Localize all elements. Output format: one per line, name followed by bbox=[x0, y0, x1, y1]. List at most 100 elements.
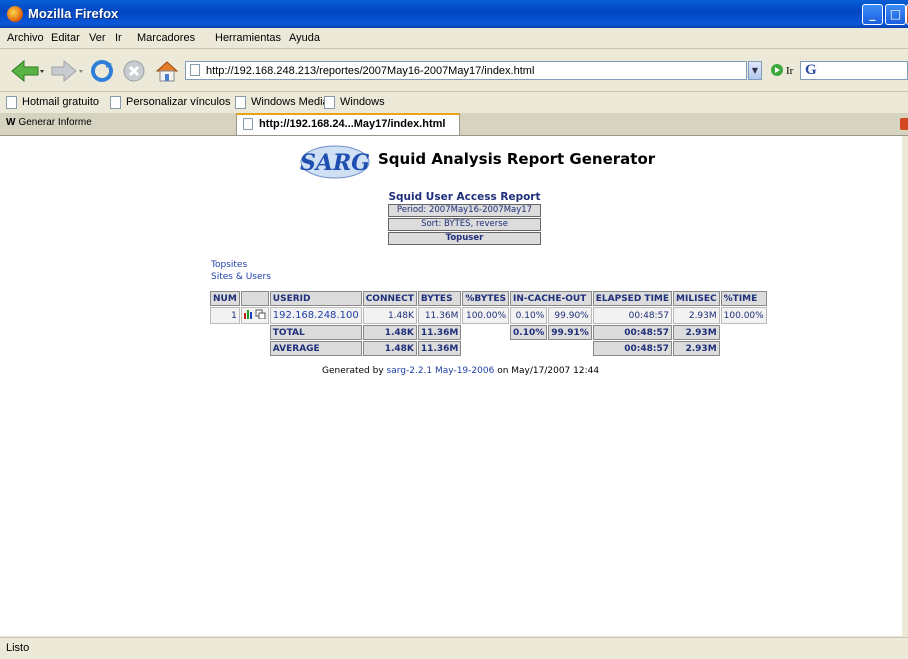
url-text: http://192.168.248.213/reportes/2007May1… bbox=[206, 65, 535, 77]
col-num: NUM bbox=[210, 291, 240, 306]
cell-icons bbox=[240, 307, 269, 324]
tab-label: http://192.168.24...May17/index.html bbox=[259, 118, 446, 130]
sites-users-icon[interactable] bbox=[255, 309, 266, 320]
generated-suffix: on May/17/2007 12:44 bbox=[497, 366, 600, 376]
cell-pbytes: 100.00% bbox=[462, 307, 510, 324]
bookmark-windows[interactable]: Windows bbox=[324, 96, 385, 109]
firefox-logo-icon bbox=[7, 6, 23, 22]
webmin-icon: W bbox=[6, 117, 16, 128]
sites-users-link[interactable]: Sites & Users bbox=[211, 271, 271, 283]
status-text: Listo bbox=[6, 642, 30, 654]
empty-cell bbox=[720, 325, 767, 340]
col-ptime: %TIME bbox=[720, 291, 767, 306]
tab-generar-informe[interactable]: W Generar Informe bbox=[6, 117, 231, 135]
row-icons bbox=[243, 309, 266, 320]
window-title: Mozilla Firefox bbox=[28, 6, 119, 21]
empty-cell bbox=[462, 325, 510, 340]
bookmark-hotmail[interactable]: Hotmail gratuito bbox=[6, 96, 99, 109]
col-connect: CONNECT bbox=[362, 291, 417, 306]
average-row: AVERAGE 1.48K 11.36M 00:48:57 2.93M bbox=[210, 341, 767, 356]
url-dropdown-button[interactable]: ▼ bbox=[748, 61, 762, 80]
total-milisec: 2.93M bbox=[673, 325, 720, 340]
table-header-row: NUM USERID CONNECT BYTES %BYTES IN-CACHE… bbox=[210, 291, 767, 306]
cell-out: 99.90% bbox=[548, 307, 592, 324]
average-connect: 1.48K bbox=[362, 341, 417, 356]
sarg-logo: SARG bbox=[300, 145, 370, 179]
total-out: 99.91% bbox=[548, 325, 592, 340]
cell-ptime: 100.00% bbox=[720, 307, 767, 324]
menu-ver[interactable]: Ver bbox=[89, 32, 106, 44]
report-period: Period: 2007May16-2007May17 bbox=[388, 204, 541, 217]
cell-in: 0.10% bbox=[510, 307, 548, 324]
sarg-version-link[interactable]: sarg-2.2.1 May-19-2006 bbox=[387, 366, 495, 376]
report-links: Topsites Sites & Users bbox=[211, 259, 271, 283]
empty-cell bbox=[548, 341, 592, 356]
status-bar: Listo bbox=[0, 637, 908, 659]
generated-prefix: Generated by bbox=[322, 366, 384, 376]
empty-cell bbox=[510, 341, 548, 356]
empty-cell bbox=[720, 341, 767, 356]
average-bytes: 11.36M bbox=[417, 341, 462, 356]
menu-herramientas[interactable]: Herramientas bbox=[215, 32, 281, 44]
page-content: SARG Squid Analysis Report Generator Squ… bbox=[0, 136, 902, 636]
maximize-button[interactable]: □ bbox=[885, 4, 906, 25]
menu-marcadores[interactable]: Marcadores bbox=[137, 32, 195, 44]
col-elapsed: ELAPSED TIME bbox=[592, 291, 673, 306]
stop-icon[interactable] bbox=[122, 59, 146, 83]
page-heading: Squid Analysis Report Generator bbox=[378, 150, 656, 168]
navigation-toolbar: http://192.168.248.213/reportes/2007May1… bbox=[0, 49, 908, 92]
title-bar: Mozilla Firefox _ □ × bbox=[0, 0, 908, 28]
col-icons bbox=[240, 291, 269, 306]
page-icon bbox=[243, 118, 253, 130]
average-elapsed: 00:48:57 bbox=[592, 341, 673, 356]
menu-ayuda[interactable]: Ayuda bbox=[289, 32, 320, 44]
cell-userid-link[interactable]: 192.168.248.100 bbox=[269, 307, 362, 324]
cell-elapsed: 00:48:57 bbox=[592, 307, 673, 324]
cell-connect: 1.48K bbox=[362, 307, 417, 324]
empty-cell bbox=[210, 325, 240, 340]
bookmark-personalizar[interactable]: Personalizar vínculos bbox=[110, 96, 231, 109]
svg-text:SARG: SARG bbox=[300, 150, 370, 176]
cell-milisec: 2.93M bbox=[673, 307, 720, 324]
reload-icon[interactable] bbox=[90, 59, 114, 83]
topsites-link[interactable]: Topsites bbox=[211, 259, 271, 271]
total-elapsed: 00:48:57 bbox=[592, 325, 673, 340]
minimize-button[interactable]: _ bbox=[862, 4, 883, 25]
report-header: Squid User Access Report Period: 2007May… bbox=[388, 191, 541, 245]
col-in-cache-out: IN-CACHE-OUT bbox=[510, 291, 592, 306]
menu-ir[interactable]: Ir bbox=[115, 32, 122, 44]
col-bytes: BYTES bbox=[417, 291, 462, 306]
close-tab-icon[interactable] bbox=[900, 118, 908, 130]
vertical-scrollbar[interactable] bbox=[902, 136, 908, 636]
address-bar[interactable]: http://192.168.248.213/reportes/2007May1… bbox=[185, 61, 747, 80]
generated-by: Generated by sarg-2.2.1 May-19-2006 on M… bbox=[322, 366, 599, 376]
menu-editar[interactable]: Editar bbox=[51, 32, 80, 44]
total-row: TOTAL 1.48K 11.36M 0.10% 99.91% 00:48:57… bbox=[210, 325, 767, 340]
empty-cell bbox=[462, 341, 510, 356]
average-label: AVERAGE bbox=[269, 341, 362, 356]
back-icon[interactable] bbox=[10, 59, 44, 83]
cell-bytes: 11.36M bbox=[417, 307, 462, 324]
search-box[interactable]: G bbox=[800, 61, 908, 80]
bookmark-windows-media[interactable]: Windows Media bbox=[235, 96, 329, 109]
go-button-label[interactable]: Ir bbox=[786, 65, 793, 77]
bookmarks-toolbar: Hotmail gratuito Personalizar vínculos W… bbox=[0, 92, 908, 114]
table-row: 1 192.168.248.100 1.48K 11.36M 100.00% 0… bbox=[210, 307, 767, 324]
menu-archivo[interactable]: Archivo bbox=[7, 32, 44, 44]
forward-icon[interactable] bbox=[50, 59, 84, 83]
total-label: TOTAL bbox=[269, 325, 362, 340]
report-topuser: Topuser bbox=[388, 232, 541, 245]
go-icon[interactable] bbox=[770, 63, 784, 77]
col-milisec: MILISEC bbox=[673, 291, 720, 306]
total-connect: 1.48K bbox=[362, 325, 417, 340]
report-sort: Sort: BYTES, reverse bbox=[388, 218, 541, 231]
tab-index-html[interactable]: http://192.168.24...May17/index.html bbox=[236, 113, 460, 135]
home-icon[interactable] bbox=[154, 59, 180, 83]
menu-bar: Archivo Editar Ver Ir Marcadores Herrami… bbox=[0, 28, 908, 49]
topuser-table: NUM USERID CONNECT BYTES %BYTES IN-CACHE… bbox=[209, 290, 768, 357]
cell-num: 1 bbox=[210, 307, 240, 324]
total-in: 0.10% bbox=[510, 325, 548, 340]
graph-icon[interactable] bbox=[243, 310, 252, 319]
col-pbytes: %BYTES bbox=[462, 291, 510, 306]
report-title: Squid User Access Report bbox=[388, 191, 541, 203]
